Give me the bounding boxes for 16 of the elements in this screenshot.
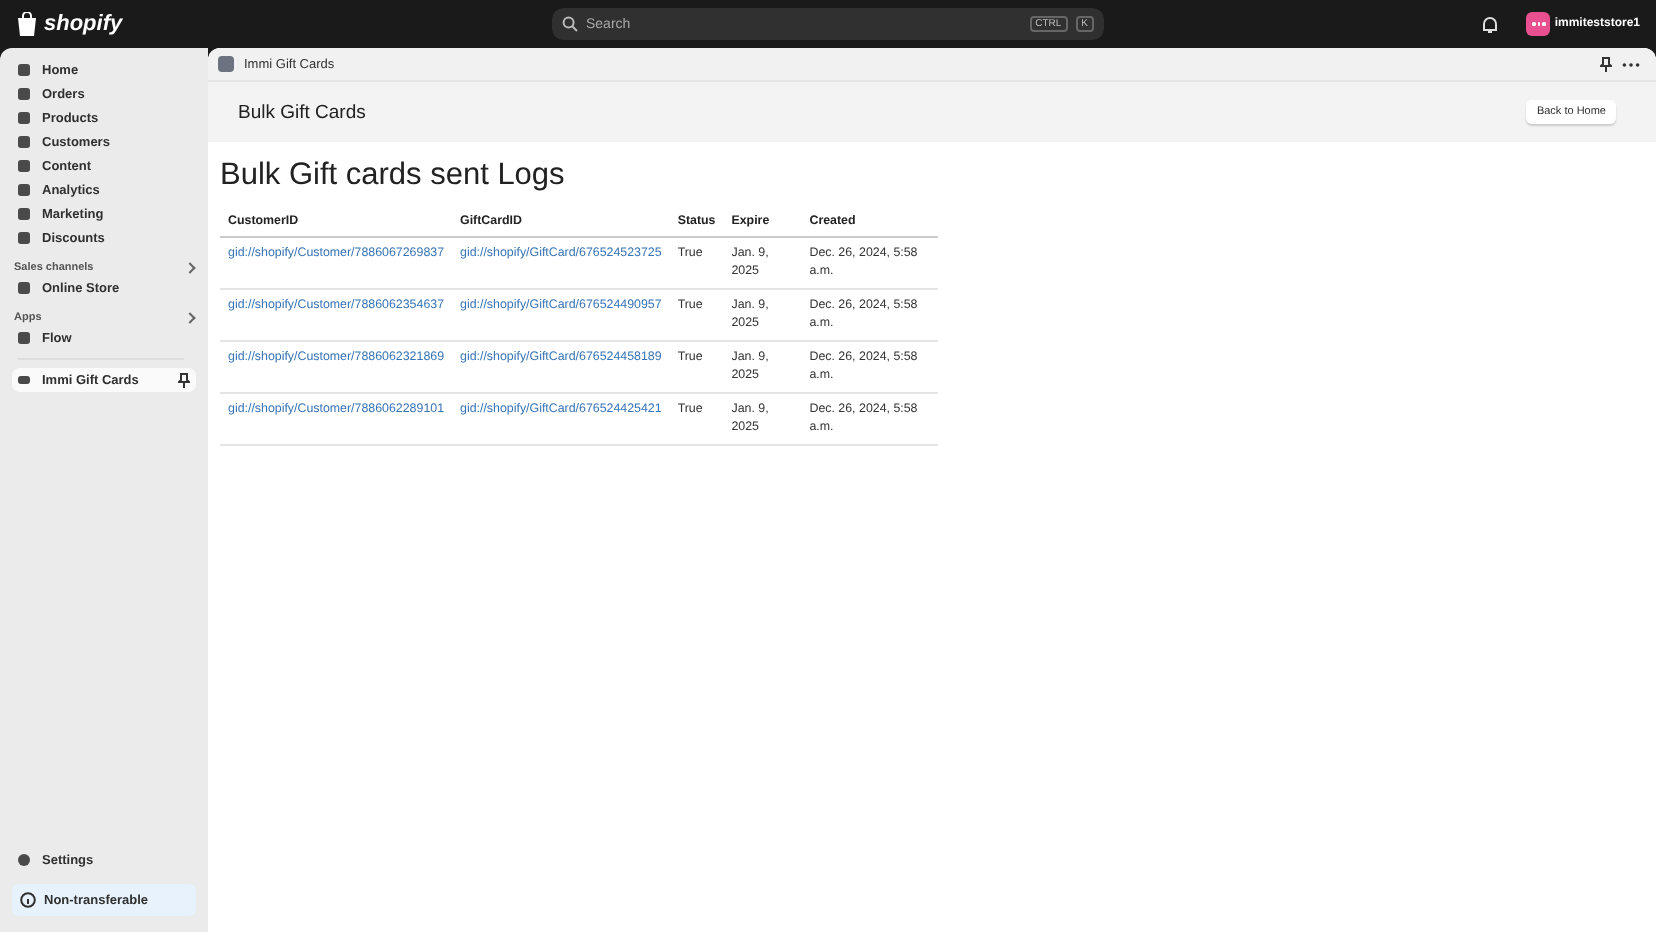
info-icon — [20, 892, 36, 908]
pin-icon[interactable] — [1600, 56, 1612, 72]
pin-icon[interactable] — [178, 372, 190, 388]
page-title: Bulk Gift Cards — [238, 101, 366, 123]
app-icon — [18, 332, 30, 344]
logo-text: shopify — [44, 12, 123, 36]
heading: Bulk Gift cards sent Logs — [220, 158, 567, 194]
bell-icon[interactable] — [1482, 15, 1499, 33]
search-icon — [562, 16, 578, 32]
more-icon[interactable] — [1622, 61, 1640, 67]
app-icon — [18, 376, 30, 384]
chevron-icon[interactable] — [184, 262, 196, 274]
app-icon — [218, 56, 234, 72]
shopping-bag-icon — [16, 12, 38, 36]
chevron-icon[interactable] — [184, 312, 196, 324]
store-avatar[interactable] — [1526, 12, 1551, 36]
